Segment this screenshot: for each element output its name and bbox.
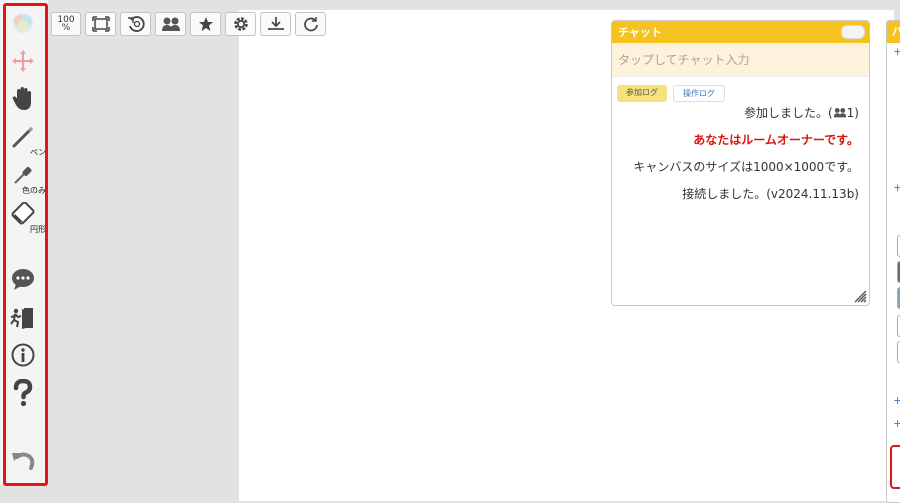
eraser-label: 円形 (30, 225, 46, 234)
eyedropper-icon (14, 167, 32, 184)
move-arrows-icon (12, 50, 34, 72)
chat-log: 参加しました。( 1) あなたはルームオーナーです。 キャンバスのサイズは100… (612, 104, 869, 202)
download-button[interactable] (260, 12, 291, 36)
settings-button[interactable] (225, 12, 256, 36)
exit-room-button[interactable] (6, 303, 40, 333)
help-button[interactable] (6, 378, 40, 408)
zoom-button[interactable]: 100 % (51, 12, 81, 36)
favorite-button[interactable] (190, 12, 221, 36)
chat-input[interactable]: タップしてチャット入力 (612, 43, 869, 77)
undo-icon (12, 452, 35, 470)
left-toolbar: ペン 色のみ 円形 (0, 0, 48, 486)
zoom-unit: % (61, 23, 71, 33)
chat-message-owner: あなたはルームオーナーです。 (693, 133, 859, 147)
chat-panel: チャット タップしてチャット入力 参加ログ 操作ログ 参加しました。( 1) あ… (611, 20, 870, 306)
undo-button[interactable] (6, 445, 40, 475)
star-icon (198, 17, 213, 31)
move-tool-button[interactable] (6, 46, 40, 76)
info-icon (11, 343, 35, 367)
chat-button[interactable] (6, 264, 40, 294)
pen-icon (12, 126, 34, 148)
right-panel: パ + + + + (886, 20, 900, 503)
speech-bubble-icon (12, 269, 34, 290)
tab-operation-log[interactable]: 操作ログ (673, 85, 725, 102)
chat-message: 接続しました。(v2024.11.13b) (682, 187, 859, 201)
eyedropper-tool-button[interactable]: 色のみ (6, 160, 46, 195)
eraser-icon (11, 202, 35, 225)
chat-minimize-toggle[interactable] (841, 25, 865, 39)
hand-icon (12, 87, 31, 110)
reload-icon (303, 17, 318, 32)
gear-icon (233, 17, 248, 31)
question-mark-icon (13, 379, 33, 407)
reload-button[interactable] (295, 12, 326, 36)
tab-join-log[interactable]: 参加ログ (617, 85, 667, 102)
info-button[interactable] (6, 340, 40, 370)
rotate-icon (127, 16, 145, 32)
color-wheel-icon (13, 13, 33, 33)
users-icon (161, 17, 180, 31)
resize-handle-icon[interactable] (853, 289, 867, 303)
chat-title: チャット (618, 26, 662, 39)
top-strip (48, 0, 900, 10)
chat-message: 参加しました。( 1) (743, 106, 859, 120)
color-picker-button[interactable] (6, 8, 40, 38)
chat-input-placeholder: タップしてチャット入力 (618, 53, 750, 67)
chat-tabs: 参加ログ 操作ログ (612, 77, 869, 102)
chat-header: チャット (612, 21, 869, 43)
members-button[interactable] (155, 12, 186, 36)
hand-tool-button[interactable] (6, 84, 40, 114)
exit-door-icon (10, 308, 33, 329)
panel-highlight (890, 445, 900, 489)
expand-icon[interactable]: + (893, 417, 900, 430)
users-icon (833, 108, 846, 118)
top-toolbar: 100 % (51, 12, 326, 36)
expand-icon[interactable]: + (893, 394, 900, 407)
fit-screen-button[interactable] (85, 12, 116, 36)
eyedropper-label: 色のみ (22, 186, 46, 195)
pen-label: ペン (30, 148, 46, 157)
fit-screen-icon (91, 16, 110, 32)
download-icon (267, 17, 284, 30)
pen-tool-button[interactable]: ペン (6, 122, 46, 157)
expand-icon[interactable]: + (893, 181, 900, 194)
expand-icon[interactable]: + (893, 45, 900, 58)
eraser-tool-button[interactable]: 円形 (6, 199, 46, 234)
rotate-button[interactable] (120, 12, 151, 36)
chat-message: キャンバスのサイズは1000×1000です。 (633, 160, 859, 174)
right-panel-title: パ (887, 21, 900, 43)
